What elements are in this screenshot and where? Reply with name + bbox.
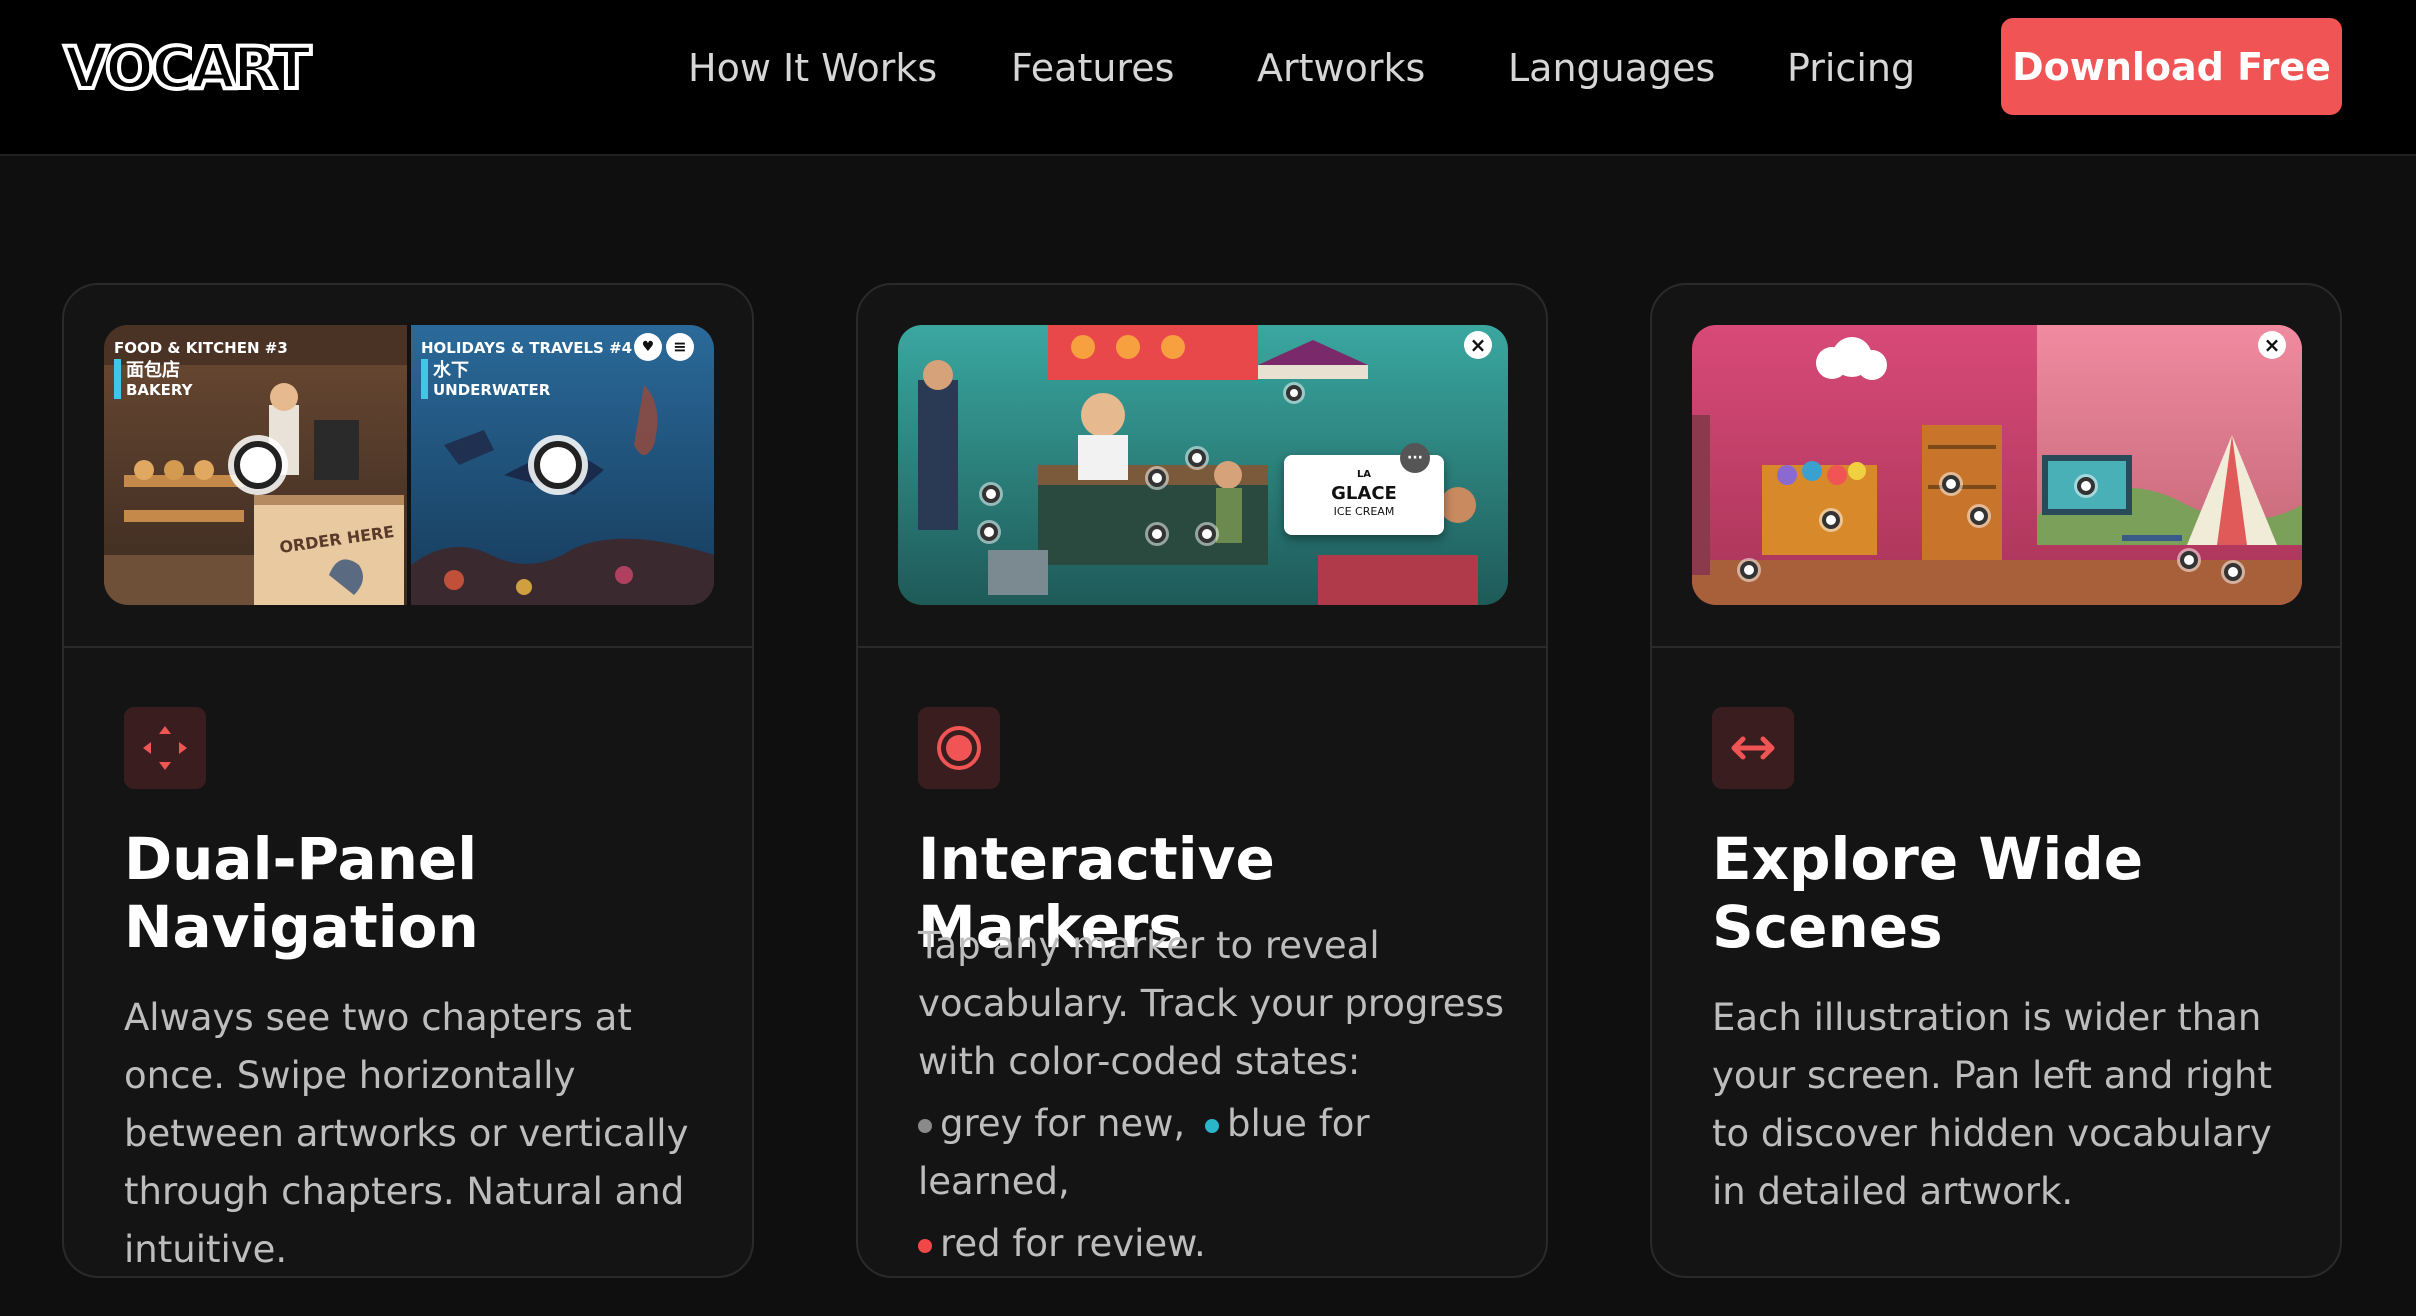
card-media-area: × (1652, 285, 2340, 648)
vocab-marker[interactable] (1286, 385, 1302, 401)
market-illustration[interactable]: LA GLACE ICE CREAM ··· × (898, 325, 1508, 605)
dual-panel-illustration[interactable]: FOOD & KITCHEN #3 面包店 BAKERY HOLIDAYS & … (104, 325, 714, 605)
nav-artworks[interactable]: Artworks (1257, 44, 1425, 92)
horizontal-arrows-icon (1712, 707, 1794, 789)
playroom-artwork (1692, 325, 2302, 605)
vocab-marker[interactable] (980, 523, 998, 541)
vocab-marker[interactable] (2077, 477, 2095, 495)
vocabulary-popup[interactable]: LA GLACE ICE CREAM ··· (1284, 443, 1444, 535)
vocab-marker[interactable] (1942, 475, 1960, 493)
top-navigation: VOCART How It Works Features Artworks La… (0, 0, 2416, 156)
close-icon[interactable]: × (2258, 331, 2286, 359)
card-description: Always see two chapters at once. Swipe h… (124, 996, 689, 1271)
download-free-button[interactable]: Download Free (2001, 18, 2342, 115)
feature-card-dual-panel: FOOD & KITCHEN #3 面包店 BAKERY HOLIDAYS & … (62, 283, 754, 1278)
playroom-illustration[interactable]: × (1692, 325, 2302, 605)
more-options-icon[interactable]: ··· (1400, 443, 1430, 473)
chapter-accent-bar (421, 359, 428, 399)
vocab-marker[interactable] (1970, 507, 1988, 525)
feature-card-wide-scenes: × Explore Wide Scenes Each illustration … (1650, 283, 2342, 1278)
english-word: UNDERWATER (433, 381, 551, 399)
chapter-label: FOOD & KITCHEN #3 (114, 339, 288, 357)
card-description: Each illustration is wider than your scr… (1712, 996, 2273, 1213)
card-title: Explore Wide Scenes (1712, 825, 2144, 961)
card-description-block: Tap any marker to reveal vocabulary. Tra… (918, 917, 1518, 1273)
native-word: 面包店 (126, 360, 180, 381)
nav-how-it-works[interactable]: How It Works (688, 44, 937, 92)
chapter-label: HOLIDAYS & TRAVELS #4 (421, 339, 633, 357)
english-word: BAKERY (126, 381, 193, 399)
vocab-marker[interactable] (2180, 551, 2198, 569)
vocab-marker[interactable] (1188, 449, 1206, 467)
feature-card-interactive-markers: LA GLACE ICE CREAM ··· × Interactive Mar… (856, 283, 1548, 1278)
like-icon[interactable]: ♥ (634, 333, 662, 361)
move-arrows-icon (124, 707, 206, 789)
vocab-marker[interactable] (2224, 563, 2242, 581)
nav-languages[interactable]: Languages (1508, 44, 1715, 92)
card-description: Tap any marker to reveal vocabulary. Tra… (918, 924, 1505, 1083)
record-marker-icon (918, 707, 1000, 789)
marker-state-legend: grey for new, blue for learned, (918, 1095, 1518, 1211)
vocab-marker[interactable] (1148, 525, 1166, 543)
marker-state-legend-2: red for review. (918, 1215, 1518, 1273)
card-media-area: LA GLACE ICE CREAM ··· × (858, 285, 1546, 648)
vocab-marker[interactable] (1148, 469, 1166, 487)
state-review: red for review. (940, 1222, 1206, 1265)
popup-word: GLACE (1331, 483, 1397, 504)
blue-dot-icon (1204, 1118, 1219, 1133)
menu-icon[interactable]: ≡ (666, 333, 694, 361)
nav-features[interactable]: Features (1011, 44, 1174, 92)
vocab-marker[interactable] (1198, 525, 1216, 543)
popup-translation: ICE CREAM (1333, 505, 1395, 518)
dual-panel-artwork (104, 325, 714, 605)
vocab-marker[interactable] (982, 485, 1000, 503)
state-new: grey for new, (940, 1102, 1186, 1145)
close-icon[interactable]: × (1464, 331, 1492, 359)
native-word: 水下 (433, 360, 469, 381)
panel-drag-handle[interactable] (534, 441, 582, 489)
panel-drag-handle[interactable] (234, 441, 282, 489)
chapter-accent-bar (114, 359, 121, 399)
grey-dot-icon (918, 1118, 932, 1133)
vocab-marker[interactable] (1822, 511, 1840, 529)
vocab-marker[interactable] (1740, 561, 1758, 579)
nav-pricing[interactable]: Pricing (1787, 44, 1915, 92)
red-dot-icon (918, 1238, 932, 1253)
card-title: Dual-Panel Navigation (124, 825, 479, 961)
card-media-area: FOOD & KITCHEN #3 面包店 BAKERY HOLIDAYS & … (64, 285, 752, 648)
